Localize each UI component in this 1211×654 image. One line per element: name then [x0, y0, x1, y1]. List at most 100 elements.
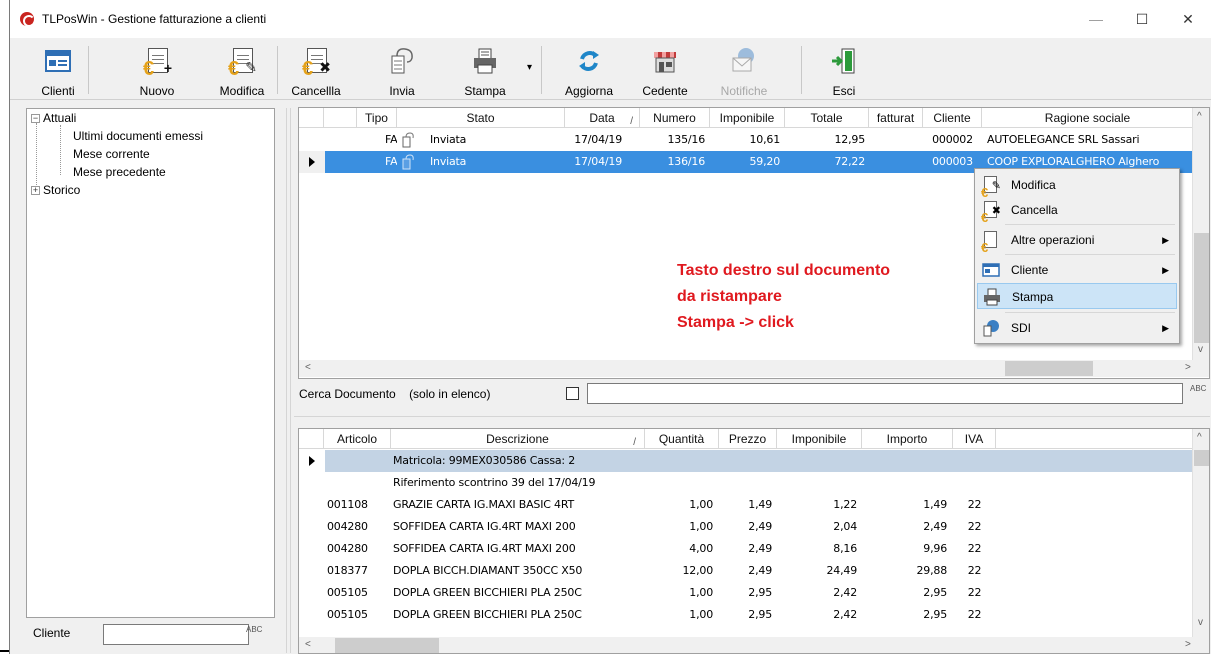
minimize-button[interactable]: —: [1073, 0, 1119, 38]
sort-indicator-icon: /: [630, 116, 633, 127]
sdi-send-icon: [981, 318, 1001, 338]
col-data[interactable]: Data /: [565, 108, 640, 128]
table-row[interactable]: 004280 SOFFIDEA CARTA IG.4RT MAXI 200 1,00…: [299, 516, 1209, 538]
riferimento-row[interactable]: Riferimento scontrino 39 del 17/04/19: [299, 472, 1209, 494]
cliente-filter-input[interactable]: [103, 624, 249, 645]
cell-articolo: 004280: [327, 520, 368, 533]
documents-vscrollbar[interactable]: ^ v: [1192, 108, 1209, 360]
col-articolo[interactable]: Articolo: [324, 429, 391, 449]
cerca-documento-label: Cerca Documento (solo in elenco): [299, 387, 491, 401]
printer-icon: [982, 287, 1002, 307]
matricola-row[interactable]: Matricola: 99MEX030586 Cassa: 2: [299, 450, 1209, 472]
scroll-thumb[interactable]: [1005, 361, 1093, 376]
col-ragione-sociale[interactable]: Ragione sociale: [982, 108, 1194, 128]
clienti-button[interactable]: Clienti: [30, 42, 86, 98]
client-card-icon: [43, 46, 73, 76]
documents-hscrollbar[interactable]: < >: [299, 360, 1209, 377]
col-iva[interactable]: IVA: [953, 429, 996, 449]
cell-imponibile: 1,22: [833, 498, 857, 511]
col-imponibile[interactable]: Imponibile: [710, 108, 785, 128]
table-row[interactable]: 005105 DOPLA GREEN BICCHIERI PLA 250C 1,00…: [299, 604, 1209, 626]
col-numero[interactable]: Numero: [640, 108, 710, 128]
col-quantita[interactable]: Quantità: [645, 429, 719, 449]
menu-item-cancella[interactable]: € ✖ Cancella: [977, 197, 1177, 225]
scroll-thumb[interactable]: [335, 638, 439, 653]
tree-label-attuali: Attuali: [43, 111, 77, 125]
tree-node-attuali[interactable]: − Attuali: [31, 111, 76, 125]
search-document-input[interactable]: [587, 383, 1183, 404]
window-controls: — ☐ ✕: [1073, 0, 1211, 38]
stampa-button[interactable]: Stampa: [450, 42, 520, 98]
horizontal-splitter[interactable]: [294, 416, 1210, 420]
details-hscrollbar[interactable]: < >: [299, 637, 1209, 653]
scroll-left-icon[interactable]: <: [305, 362, 311, 373]
scroll-thumb[interactable]: [1194, 450, 1209, 466]
scroll-thumb[interactable]: [1194, 233, 1209, 343]
scroll-right-icon[interactable]: >: [1185, 362, 1191, 373]
col-fatturato[interactable]: fatturat: [869, 108, 923, 128]
col-imponibile[interactable]: Imponibile: [777, 429, 862, 449]
cell-imponibile: 8,16: [833, 542, 857, 555]
stampa-dropdown-arrow[interactable]: ▾: [527, 62, 532, 73]
menu-item-altre-operazioni[interactable]: € Altre operazioni ▶: [977, 227, 1177, 255]
invia-button[interactable]: Invia: [378, 42, 426, 98]
cell-quantita: 1,00: [689, 586, 713, 599]
cell-quantita: 12,00: [682, 564, 714, 577]
esci-label: Esci: [832, 84, 856, 98]
scroll-up-icon[interactable]: ^: [1197, 432, 1202, 443]
tree-node-mese-precedente[interactable]: Mese precedente: [73, 165, 166, 179]
cedente-button[interactable]: Cedente: [632, 42, 698, 98]
col-prezzo[interactable]: Prezzo: [719, 429, 777, 449]
col-descrizione[interactable]: Descrizione /: [391, 429, 645, 449]
cliente-search-binocular-icon[interactable]: ABC: [246, 626, 262, 642]
expand-icon[interactable]: +: [31, 186, 40, 196]
col-tipo[interactable]: Tipo: [357, 108, 397, 128]
table-row[interactable]: 004280 SOFFIDEA CARTA IG.4RT MAXI 200 4,00…: [299, 538, 1209, 560]
close-button[interactable]: ✕: [1165, 0, 1211, 38]
details-vscrollbar[interactable]: ^ v: [1192, 429, 1209, 637]
cell-importo: 2,49: [923, 520, 947, 533]
tree-node-storico[interactable]: + Storico: [31, 183, 80, 197]
scroll-left-icon[interactable]: <: [305, 639, 311, 650]
nuovo-button[interactable]: € + Nuovo: [132, 42, 182, 98]
cell-quantita: 1,00: [689, 498, 713, 511]
cancella-button[interactable]: € ✖ Cancellla: [286, 42, 346, 98]
table-row[interactable]: 005105 DOPLA GREEN BICCHIERI PLA 250C 1,00…: [299, 582, 1209, 604]
table-row[interactable]: 001108 GRAZIE CARTA IG.MAXI BASIC 4RT 1,00…: [299, 494, 1209, 516]
search-filter-checkbox[interactable]: [566, 387, 579, 400]
submenu-arrow-icon: ▶: [1162, 235, 1169, 245]
cell-articolo: 001108: [327, 498, 368, 511]
maximize-button[interactable]: ☐: [1119, 0, 1165, 38]
app-logo-icon: [20, 12, 35, 27]
scroll-down-icon[interactable]: v: [1198, 617, 1203, 628]
window-title: TLPosWin - Gestione fatturazione a clien…: [42, 12, 267, 26]
collapse-icon[interactable]: −: [31, 114, 40, 124]
modifica-button[interactable]: € ✎ Modifica: [212, 42, 272, 98]
col-stato[interactable]: Stato: [397, 108, 565, 128]
table-row[interactable]: 018377 DOPLA BICCH.DIAMANT 350CC X50 12,00…: [299, 560, 1209, 582]
table-row[interactable]: FA Inviata 17/04/19 135/16 10,61 12,95 0…: [299, 129, 1209, 151]
delete-invoice-icon: € ✖: [301, 46, 331, 80]
col-cliente[interactable]: Cliente: [923, 108, 982, 128]
menu-item-sdi[interactable]: SDI ▶: [977, 315, 1177, 341]
menu-item-modifica[interactable]: € ✎ Modifica: [977, 172, 1177, 200]
aggiorna-button[interactable]: Aggiorna: [558, 42, 620, 98]
aggiorna-label: Aggiorna: [564, 84, 614, 98]
menu-item-cliente[interactable]: Cliente ▶: [977, 257, 1177, 283]
scroll-up-icon[interactable]: ^: [1197, 111, 1202, 122]
col-importo[interactable]: Importo: [862, 429, 953, 449]
scroll-right-icon[interactable]: >: [1185, 639, 1191, 650]
menu-item-stampa[interactable]: Stampa: [977, 283, 1177, 309]
col-totale[interactable]: Totale: [785, 108, 869, 128]
cell-importo: 9,96: [923, 542, 947, 555]
search-binocular-icon[interactable]: ABC: [1190, 385, 1206, 401]
cell-descrizione: DOPLA BICCH.DIAMANT 350CC X50: [393, 564, 583, 577]
esci-button[interactable]: Esci: [819, 42, 869, 98]
submenu-arrow-icon: ▶: [1162, 265, 1169, 275]
vertical-splitter[interactable]: [286, 108, 291, 653]
scroll-down-icon[interactable]: v: [1198, 344, 1203, 355]
tree-node-ultimi[interactable]: Ultimi documenti emessi: [73, 129, 203, 143]
tree-node-mese-corrente[interactable]: Mese corrente: [73, 147, 150, 161]
refresh-icon: [574, 46, 604, 76]
cell-prezzo: 2,49: [748, 542, 772, 555]
